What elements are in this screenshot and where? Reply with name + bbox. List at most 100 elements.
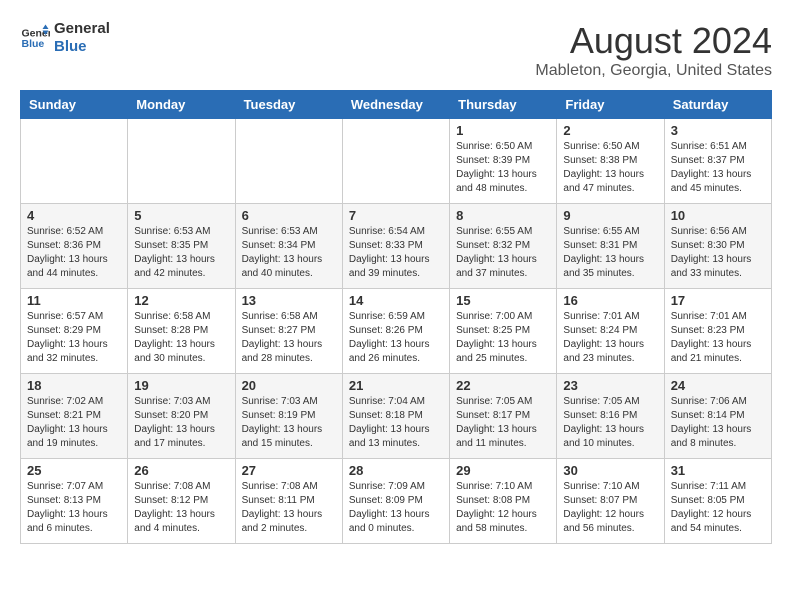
- day-content: Sunrise: 6:55 AMSunset: 8:31 PMDaylight:…: [563, 225, 657, 281]
- day-number: 15: [456, 293, 550, 308]
- day-content: Sunrise: 6:53 AMSunset: 8:34 PMDaylight:…: [242, 225, 336, 281]
- day-content: Sunrise: 7:02 AMSunset: 8:21 PMDaylight:…: [27, 395, 121, 451]
- calendar-cell: 16Sunrise: 7:01 AMSunset: 8:24 PMDayligh…: [557, 289, 664, 374]
- week-row-4: 18 Sunrise: 7:02 AMSunset: 8:21 PMDayligh…: [21, 374, 772, 459]
- calendar-cell: 8 Sunrise: 6:55 AMSunset: 8:32 PMDaylight…: [450, 204, 557, 289]
- logo: General Blue General Blue: [20, 20, 110, 56]
- logo-blue: Blue: [54, 38, 110, 56]
- day-content: Sunrise: 7:01 AMSunset: 8:23 PMDaylight:…: [671, 310, 765, 366]
- day-content: Sunrise: 6:50 AMSunset: 8:38 PMDaylight:…: [563, 140, 657, 196]
- page-header: General Blue General Blue August 2024 Ma…: [20, 20, 772, 80]
- day-number: 17: [671, 293, 765, 308]
- calendar-cell: 25 Sunrise: 7:07 AMSunset: 8:13 PMDayligh…: [21, 459, 128, 544]
- calendar-header: SundayMondayTuesdayWednesdayThursdayFrid…: [21, 91, 772, 119]
- calendar-cell: 29 Sunrise: 7:10 AMSunset: 8:08 PMDayligh…: [450, 459, 557, 544]
- title-section: August 2024 Mableton, Georgia, United St…: [535, 20, 772, 80]
- day-content: Sunrise: 7:08 AMSunset: 8:12 PMDaylight:…: [134, 480, 228, 536]
- day-number: 14: [349, 293, 443, 308]
- day-content: Sunrise: 6:58 AMSunset: 8:28 PMDaylight:…: [134, 310, 228, 366]
- calendar-cell: 13 Sunrise: 6:58 AMSunset: 8:27 PMDayligh…: [235, 289, 342, 374]
- day-number: 1: [456, 123, 550, 138]
- header-day-thursday: Thursday: [450, 91, 557, 119]
- day-number: 5: [134, 208, 228, 223]
- day-number: 30: [563, 463, 657, 478]
- day-number: 8: [456, 208, 550, 223]
- header-day-monday: Monday: [128, 91, 235, 119]
- calendar-cell: 7Sunrise: 6:54 AMSunset: 8:33 PMDaylight…: [342, 204, 449, 289]
- calendar-cell: 20Sunrise: 7:03 AMSunset: 8:19 PMDayligh…: [235, 374, 342, 459]
- calendar-cell: 22Sunrise: 7:05 AMSunset: 8:17 PMDayligh…: [450, 374, 557, 459]
- day-content: Sunrise: 7:00 AMSunset: 8:25 PMDaylight:…: [456, 310, 550, 366]
- header-day-wednesday: Wednesday: [342, 91, 449, 119]
- calendar-cell: 6 Sunrise: 6:53 AMSunset: 8:34 PMDaylight…: [235, 204, 342, 289]
- calendar-cell: 3Sunrise: 6:51 AMSunset: 8:37 PMDaylight…: [664, 119, 771, 204]
- week-row-5: 25 Sunrise: 7:07 AMSunset: 8:13 PMDayligh…: [21, 459, 772, 544]
- calendar-cell: 30 Sunrise: 7:10 AMSunset: 8:07 PMDayligh…: [557, 459, 664, 544]
- calendar-cell: 1 Sunrise: 6:50 AMSunset: 8:39 PMDaylight…: [450, 119, 557, 204]
- calendar-cell: 14 Sunrise: 6:59 AMSunset: 8:26 PMDayligh…: [342, 289, 449, 374]
- day-content: Sunrise: 6:52 AMSunset: 8:36 PMDaylight:…: [27, 225, 121, 281]
- day-number: 20: [242, 378, 336, 393]
- header-day-friday: Friday: [557, 91, 664, 119]
- day-content: Sunrise: 7:08 AMSunset: 8:11 PMDaylight:…: [242, 480, 336, 536]
- day-content: Sunrise: 6:59 AMSunset: 8:26 PMDaylight:…: [349, 310, 443, 366]
- day-content: Sunrise: 7:05 AMSunset: 8:17 PMDaylight:…: [456, 395, 550, 451]
- logo-general: General: [54, 20, 110, 38]
- day-number: 13: [242, 293, 336, 308]
- day-content: Sunrise: 7:10 AMSunset: 8:07 PMDaylight:…: [563, 480, 657, 536]
- calendar-cell: 5Sunrise: 6:53 AMSunset: 8:35 PMDaylight…: [128, 204, 235, 289]
- week-row-1: 1 Sunrise: 6:50 AMSunset: 8:39 PMDaylight…: [21, 119, 772, 204]
- calendar-cell: 15 Sunrise: 7:00 AMSunset: 8:25 PMDayligh…: [450, 289, 557, 374]
- day-number: 23: [563, 378, 657, 393]
- calendar-cell: 26Sunrise: 7:08 AMSunset: 8:12 PMDayligh…: [128, 459, 235, 544]
- day-content: Sunrise: 6:54 AMSunset: 8:33 PMDaylight:…: [349, 225, 443, 281]
- day-number: 24: [671, 378, 765, 393]
- day-content: Sunrise: 7:07 AMSunset: 8:13 PMDaylight:…: [27, 480, 121, 536]
- calendar-cell: 12Sunrise: 6:58 AMSunset: 8:28 PMDayligh…: [128, 289, 235, 374]
- day-number: 31: [671, 463, 765, 478]
- day-content: Sunrise: 7:11 AMSunset: 8:05 PMDaylight:…: [671, 480, 765, 536]
- day-content: Sunrise: 6:56 AMSunset: 8:30 PMDaylight:…: [671, 225, 765, 281]
- logo-icon: General Blue: [20, 23, 50, 53]
- calendar-cell: 4 Sunrise: 6:52 AMSunset: 8:36 PMDaylight…: [21, 204, 128, 289]
- calendar-table: SundayMondayTuesdayWednesdayThursdayFrid…: [20, 90, 772, 544]
- day-number: 21: [349, 378, 443, 393]
- day-content: Sunrise: 6:58 AMSunset: 8:27 PMDaylight:…: [242, 310, 336, 366]
- header-day-sunday: Sunday: [21, 91, 128, 119]
- day-number: 4: [27, 208, 121, 223]
- calendar-cell: 24Sunrise: 7:06 AMSunset: 8:14 PMDayligh…: [664, 374, 771, 459]
- day-number: 16: [563, 293, 657, 308]
- day-number: 29: [456, 463, 550, 478]
- day-content: Sunrise: 6:55 AMSunset: 8:32 PMDaylight:…: [456, 225, 550, 281]
- day-number: 6: [242, 208, 336, 223]
- day-number: 10: [671, 208, 765, 223]
- calendar-cell: 11Sunrise: 6:57 AMSunset: 8:29 PMDayligh…: [21, 289, 128, 374]
- day-content: Sunrise: 7:04 AMSunset: 8:18 PMDaylight:…: [349, 395, 443, 451]
- month-year-title: August 2024: [535, 20, 772, 62]
- day-content: Sunrise: 6:50 AMSunset: 8:39 PMDaylight:…: [456, 140, 550, 196]
- calendar-cell: 28 Sunrise: 7:09 AMSunset: 8:09 PMDayligh…: [342, 459, 449, 544]
- calendar-cell: 10 Sunrise: 6:56 AMSunset: 8:30 PMDayligh…: [664, 204, 771, 289]
- week-row-3: 11Sunrise: 6:57 AMSunset: 8:29 PMDayligh…: [21, 289, 772, 374]
- calendar-cell: 17 Sunrise: 7:01 AMSunset: 8:23 PMDayligh…: [664, 289, 771, 374]
- calendar-cell: [342, 119, 449, 204]
- day-content: Sunrise: 6:51 AMSunset: 8:37 PMDaylight:…: [671, 140, 765, 196]
- header-row: SundayMondayTuesdayWednesdayThursdayFrid…: [21, 91, 772, 119]
- day-number: 11: [27, 293, 121, 308]
- day-content: Sunrise: 7:03 AMSunset: 8:20 PMDaylight:…: [134, 395, 228, 451]
- day-content: Sunrise: 7:09 AMSunset: 8:09 PMDaylight:…: [349, 480, 443, 536]
- week-row-2: 4 Sunrise: 6:52 AMSunset: 8:36 PMDaylight…: [21, 204, 772, 289]
- day-content: Sunrise: 7:10 AMSunset: 8:08 PMDaylight:…: [456, 480, 550, 536]
- calendar-cell: 9Sunrise: 6:55 AMSunset: 8:31 PMDaylight…: [557, 204, 664, 289]
- header-day-tuesday: Tuesday: [235, 91, 342, 119]
- day-number: 27: [242, 463, 336, 478]
- calendar-cell: [128, 119, 235, 204]
- svg-text:Blue: Blue: [22, 38, 45, 50]
- day-content: Sunrise: 7:05 AMSunset: 8:16 PMDaylight:…: [563, 395, 657, 451]
- day-number: 25: [27, 463, 121, 478]
- day-number: 18: [27, 378, 121, 393]
- day-number: 2: [563, 123, 657, 138]
- calendar-cell: 27 Sunrise: 7:08 AMSunset: 8:11 PMDayligh…: [235, 459, 342, 544]
- calendar-body: 1 Sunrise: 6:50 AMSunset: 8:39 PMDaylight…: [21, 119, 772, 544]
- day-number: 28: [349, 463, 443, 478]
